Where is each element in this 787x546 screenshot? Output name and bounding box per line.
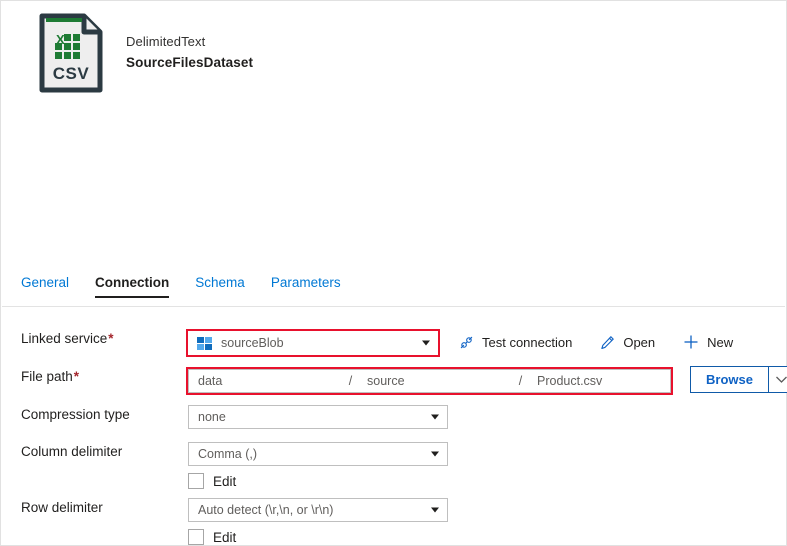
- plug-icon: [459, 335, 474, 350]
- browse-dropdown-button[interactable]: [768, 366, 787, 393]
- chevron-down-icon[interactable]: [431, 414, 439, 420]
- compression-type-label: Compression type: [21, 407, 130, 422]
- column-delimiter-edit-row: Edit: [188, 473, 448, 489]
- dataset-properties-panel: X CSV DelimitedText SourceFilesDataset G…: [0, 0, 787, 546]
- browse-split-button: Browse: [690, 366, 787, 393]
- chevron-down-icon: [776, 376, 787, 383]
- file-path-separator-1: /: [343, 369, 358, 393]
- tab-general[interactable]: General: [21, 273, 69, 298]
- tab-schema[interactable]: Schema: [195, 273, 245, 298]
- file-path-container-input[interactable]: data: [188, 369, 343, 393]
- row-row-delimiter: Row delimiter Auto detect (\r,\n, or \r\…: [1, 498, 786, 545]
- required-asterisk: *: [108, 331, 114, 346]
- row-delimiter-controls: Auto detect (\r,\n, or \r\n) Edit: [188, 498, 448, 545]
- chevron-down-icon[interactable]: [431, 507, 439, 513]
- linked-service-dropdown[interactable]: sourceBlob: [188, 331, 438, 355]
- column-delimiter-value: Comma (,): [198, 447, 258, 461]
- row-delimiter-value: Auto detect (\r,\n, or \r\n): [198, 503, 334, 517]
- linked-service-label-text: Linked service: [21, 331, 108, 346]
- required-asterisk: *: [73, 369, 80, 384]
- new-button[interactable]: New: [683, 334, 733, 350]
- row-delimiter-label: Row delimiter: [21, 500, 103, 515]
- column-delimiter-label: Column delimiter: [21, 444, 123, 459]
- browse-button[interactable]: Browse: [690, 366, 769, 393]
- file-path-inputs: data / source / Product.csv: [188, 369, 671, 393]
- column-delimiter-controls: Comma (,) Edit: [188, 442, 448, 489]
- open-label: Open: [623, 334, 656, 350]
- connection-form: Linked service* sourceBlob Test connecti…: [1, 307, 787, 545]
- linked-service-value: sourceBlob: [221, 336, 284, 350]
- tab-bar: General Connection Schema Parameters: [1, 273, 786, 306]
- linked-service-highlight: sourceBlob: [186, 329, 440, 357]
- file-path-highlight: data / source / Product.csv: [186, 367, 673, 395]
- row-delimiter-edit-checkbox[interactable]: [188, 529, 204, 545]
- test-connection-button[interactable]: Test connection: [459, 335, 572, 350]
- azure-blob-storage-icon: [197, 336, 212, 350]
- row-delimiter-edit-label: Edit: [213, 529, 237, 545]
- test-connection-label: Test connection: [482, 334, 573, 350]
- column-delimiter-edit-label: Edit: [213, 473, 237, 489]
- svg-text:CSV: CSV: [53, 64, 90, 83]
- dataset-title-block: DelimitedText SourceFilesDataset: [126, 32, 253, 74]
- row-delimiter-edit-row: Edit: [188, 529, 448, 545]
- linked-service-label: Linked service*: [1, 329, 169, 349]
- open-button[interactable]: Open: [600, 335, 655, 350]
- new-label: New: [707, 334, 734, 350]
- chevron-down-icon[interactable]: [431, 451, 439, 457]
- file-path-separator-2: /: [513, 369, 528, 393]
- row-delimiter-dropdown[interactable]: Auto detect (\r,\n, or \r\n): [188, 498, 448, 522]
- column-delimiter-dropdown[interactable]: Comma (,): [188, 442, 448, 466]
- row-column-delimiter: Column delimiter Comma (,) Edit: [1, 442, 786, 489]
- pencil-icon: [600, 335, 615, 350]
- plus-icon: [683, 334, 699, 350]
- row-linked-service: Linked service* sourceBlob Test connecti…: [1, 329, 786, 357]
- chevron-down-icon[interactable]: [422, 340, 430, 346]
- row-file-path: File path* data / source / Product.csv B…: [1, 366, 787, 395]
- tab-connection[interactable]: Connection: [95, 273, 170, 298]
- file-path-label: File path*: [1, 367, 169, 387]
- compression-type-dropdown[interactable]: none: [188, 405, 448, 429]
- file-path-filename-input[interactable]: Product.csv: [528, 369, 671, 393]
- dataset-type-label: DelimitedText: [126, 34, 206, 49]
- file-path-label-text: File path: [21, 369, 73, 384]
- column-delimiter-edit-checkbox[interactable]: [188, 473, 204, 489]
- tab-parameters[interactable]: Parameters: [271, 273, 341, 298]
- csv-file-icon: X CSV: [39, 13, 103, 93]
- row-compression-type: Compression type none: [1, 405, 786, 429]
- dataset-header: X CSV DelimitedText SourceFilesDataset: [1, 1, 786, 263]
- file-path-directory-input[interactable]: source: [358, 369, 513, 393]
- compression-type-value: none: [198, 410, 226, 424]
- dataset-name-label: SourceFilesDataset: [126, 55, 254, 70]
- linked-service-actions: Test connection Open New: [459, 329, 761, 355]
